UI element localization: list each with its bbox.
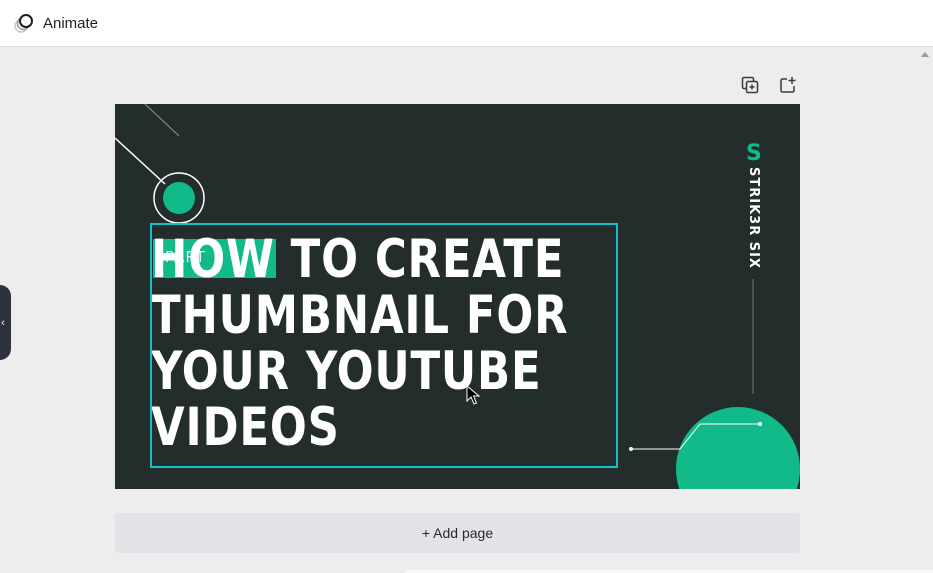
chevron-left-icon: ‹ bbox=[1, 316, 5, 329]
text-selection-box[interactable] bbox=[150, 223, 618, 468]
duplicate-page-button[interactable] bbox=[740, 74, 760, 96]
top-toolbar: Animate bbox=[0, 0, 933, 47]
animate-button[interactable]: Animate bbox=[12, 3, 98, 43]
brand-name: STRIK3R SIX bbox=[746, 167, 761, 269]
design-canvas[interactable]: PART HOW TO CREATE THUMBNAIL FOR YOUR YO… bbox=[115, 104, 800, 489]
page-actions bbox=[740, 74, 798, 96]
animate-label: Animate bbox=[43, 14, 99, 32]
animate-icon bbox=[14, 14, 33, 33]
add-page-button[interactable]: + Add page bbox=[115, 513, 800, 553]
add-page-icon bbox=[780, 77, 796, 93]
brand-logo-mark: S bbox=[746, 141, 762, 166]
add-page-icon-button[interactable] bbox=[778, 74, 798, 96]
duplicate-page-icon bbox=[741, 76, 759, 94]
vertical-scrollbar[interactable] bbox=[917, 48, 933, 573]
side-panel-toggle[interactable]: ‹ bbox=[0, 285, 11, 360]
scroll-up-arrow-icon[interactable] bbox=[921, 52, 929, 57]
mouse-cursor-icon bbox=[466, 385, 480, 405]
